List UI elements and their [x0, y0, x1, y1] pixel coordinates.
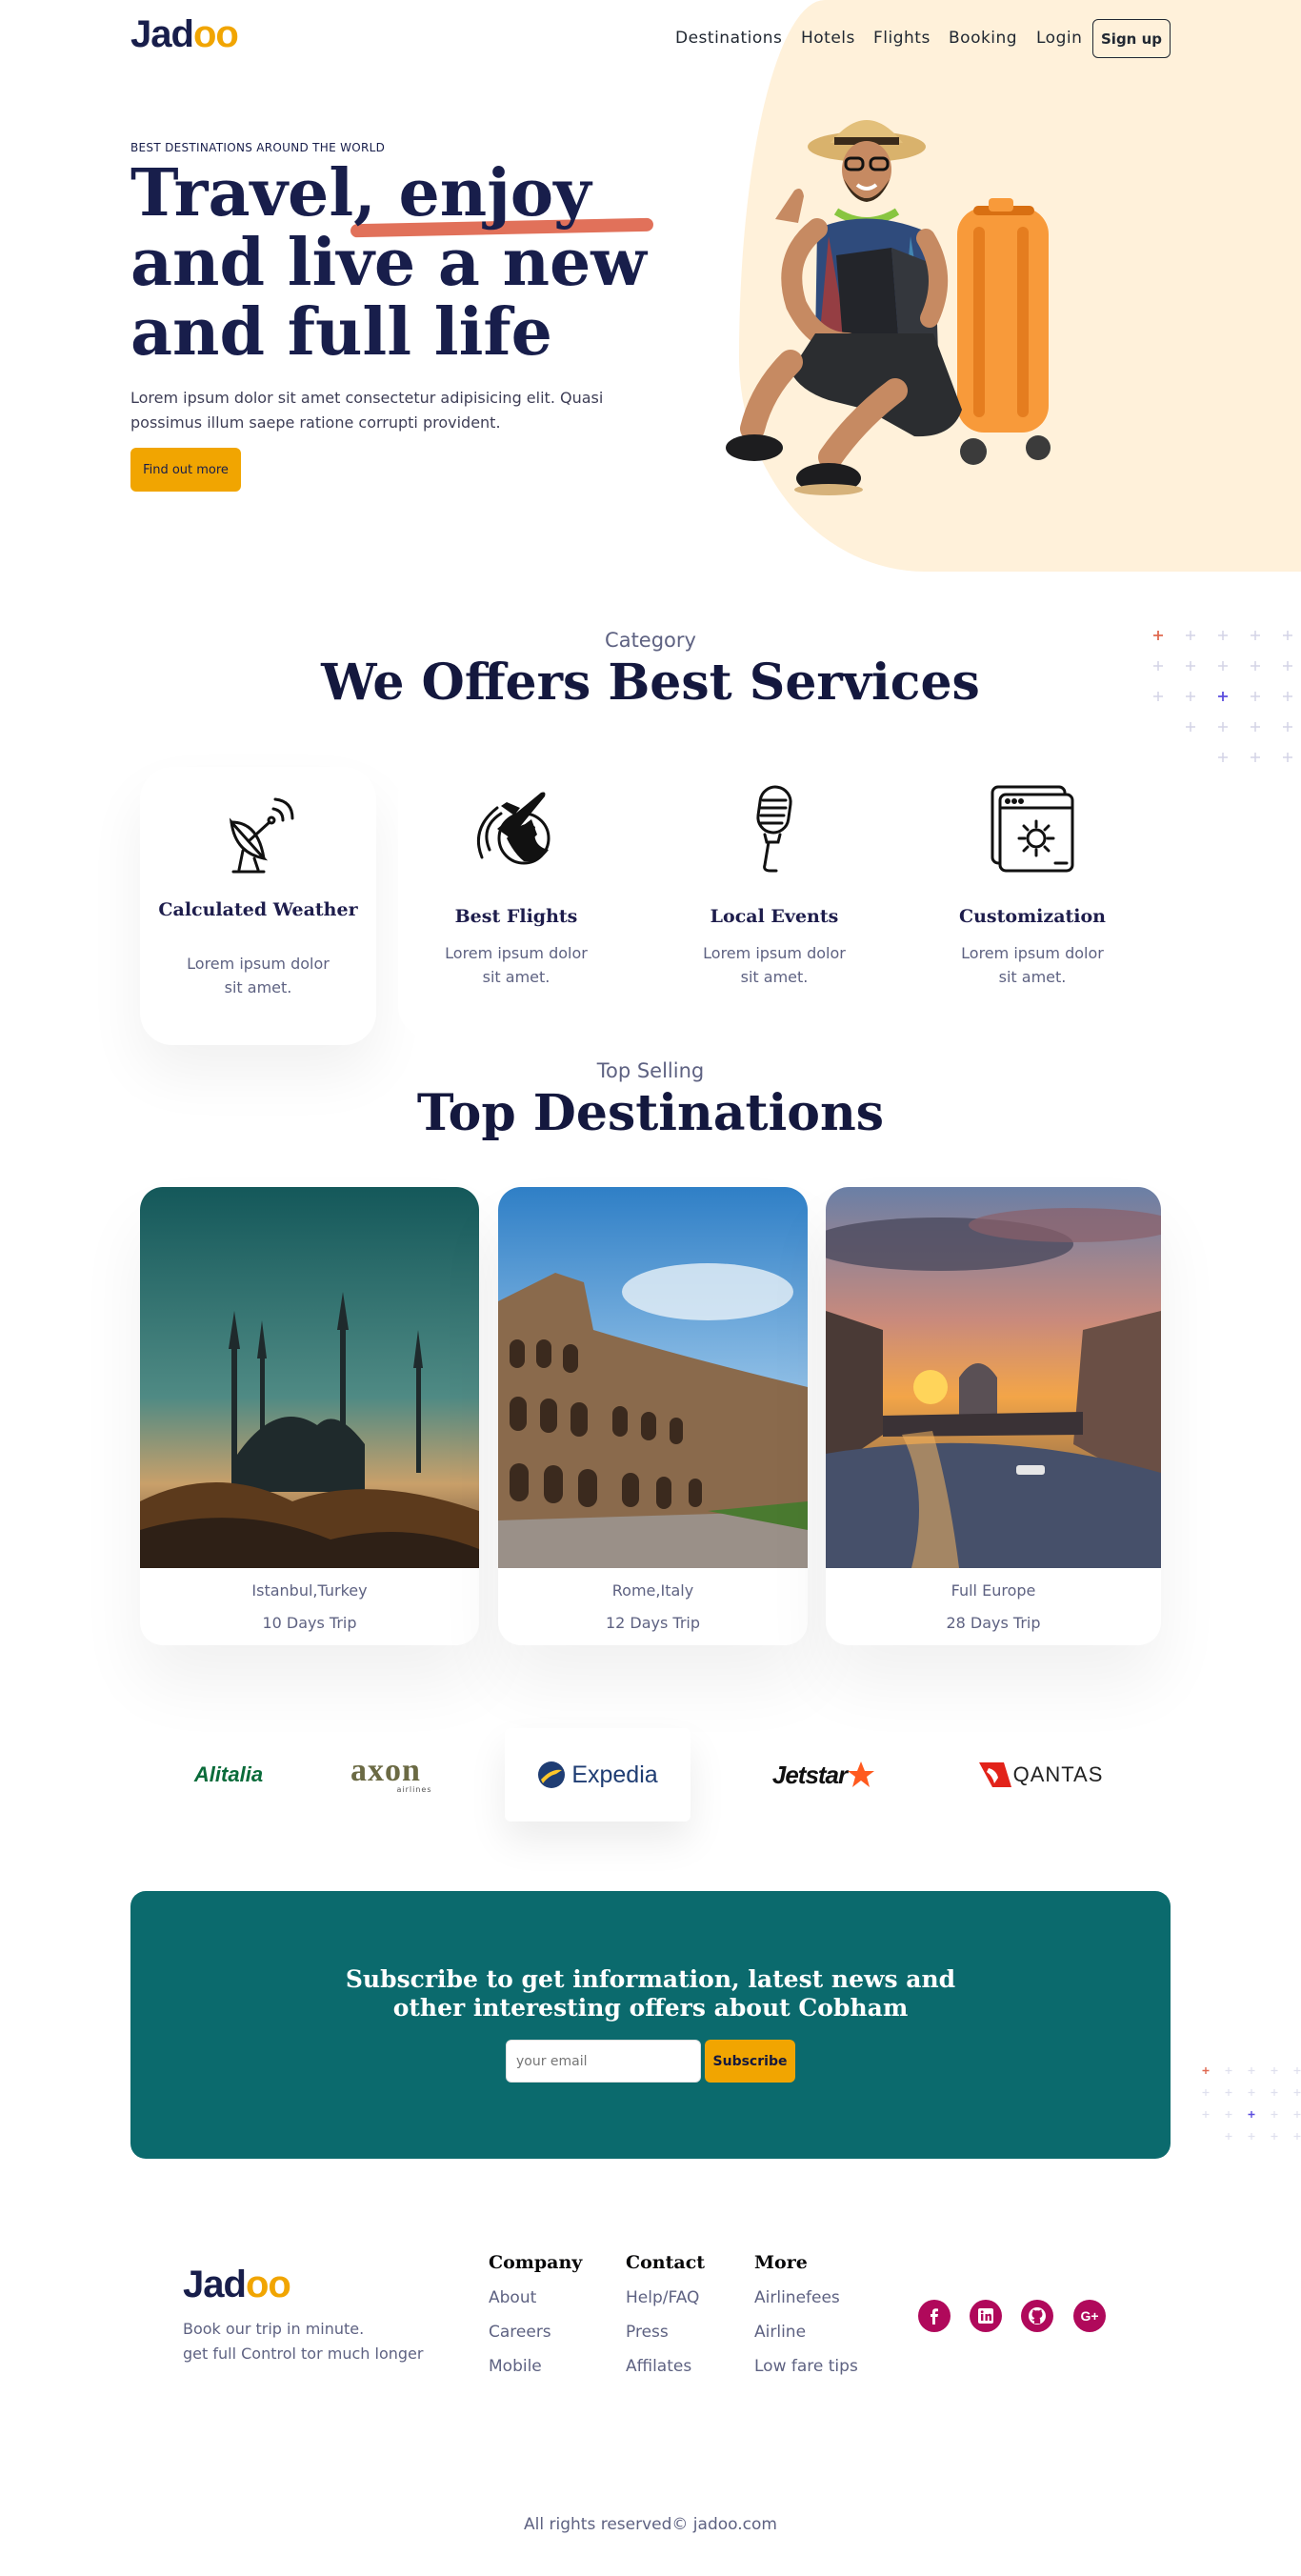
hero-eyebrow: BEST DESTINATIONS AROUND THE WORLD	[130, 141, 386, 154]
plus-pattern-decoration	[1202, 2063, 1301, 2155]
footer-logo[interactable]: Jadoo	[183, 2264, 291, 2306]
footer-link-airlinefees[interactable]: Airlinefees	[754, 2288, 840, 2307]
alitalia-logo[interactable]: ​Alitalia	[171, 1728, 286, 1821]
subscribe-title-line: other interesting offers about Cobham	[392, 1994, 909, 2022]
subscribe-title-line: Subscribe to get information, latest new…	[345, 1965, 956, 1993]
footer-link-airline[interactable]: Airline	[754, 2323, 806, 2342]
destination-duration: 28 Days Trip	[946, 1614, 1041, 1632]
find-out-more-button[interactable]: Find out more	[130, 448, 241, 492]
settings-window-icon	[991, 785, 1074, 873]
footer-heading-more: More	[754, 2252, 808, 2273]
qantas-wordmark: QANTAS	[1012, 1762, 1104, 1786]
star-icon	[848, 1761, 875, 1787]
subscribe-title: Subscribe to get information, latest new…	[130, 1965, 1171, 2023]
jetstar-logo[interactable]: Jetstar	[757, 1728, 891, 1821]
section-label: Top Selling	[596, 1059, 705, 1082]
section-title: We Offers Best Services	[321, 654, 980, 712]
subscribe-section: Subscribe to get information, latest new…	[130, 1891, 1171, 2159]
github-icon[interactable]	[1021, 2300, 1053, 2332]
nav-flights[interactable]: Flights	[873, 29, 931, 48]
footer-link-press[interactable]: Press	[626, 2323, 669, 2342]
copyright: All rights reserved© jadoo.com	[524, 2515, 777, 2534]
footer-heading-contact: Contact	[626, 2252, 706, 2273]
rome-image	[498, 1187, 808, 1568]
service-card[interactable]: Local Events Lorem ipsum dolor sit amet.	[656, 762, 892, 1038]
nav-login[interactable]: Login	[1036, 29, 1082, 48]
istanbul-image	[140, 1187, 479, 1568]
venice-image	[826, 1187, 1161, 1568]
nav-destinations[interactable]: Destinations	[675, 29, 782, 48]
hero-title-line: Travel, enjoy	[130, 155, 591, 231]
hero-title-line: and full life	[130, 294, 552, 371]
footer-link-help[interactable]: Help/FAQ	[626, 2288, 699, 2307]
destination-duration: 10 Days Trip	[262, 1614, 357, 1632]
service-title: Local Events	[710, 906, 839, 927]
hero-title: Travel, enjoy and live a new and full li…	[130, 159, 702, 368]
linkedin-icon[interactable]	[970, 2300, 1002, 2332]
axon-subtitle: airlines	[396, 1784, 432, 1794]
destination-name: Rome,Italy	[611, 1581, 694, 1600]
subscribe-button[interactable]: Subscribe	[705, 2040, 795, 2083]
footer-link-low-fare-tips[interactable]: Low fare tips	[754, 2357, 858, 2376]
hero-description: Lorem ipsum dolor sit amet consectetur a…	[130, 389, 604, 432]
expedia-logo[interactable]: Expedia	[505, 1728, 691, 1821]
google-plus-icon[interactable]: G+	[1073, 2300, 1106, 2332]
service-title: Customization	[959, 906, 1106, 927]
footer-tagline-line: Book our trip in minute.	[183, 2320, 365, 2338]
service-card[interactable]: Calculated Weather Lorem ipsum dolor sit…	[140, 767, 376, 1045]
service-description: Lorem ipsum dolor sit amet.	[703, 944, 846, 986]
footer-heading-company: Company	[489, 2252, 583, 2273]
service-card[interactable]: Best Flights Lorem ipsum dolor sit amet.	[398, 762, 634, 1038]
service-description: Lorem ipsum dolor sit amet.	[187, 955, 330, 996]
axon-logo[interactable]: axon airlines	[324, 1728, 448, 1821]
hero-title-line: and live a new	[130, 225, 647, 301]
footer-link-about[interactable]: About	[489, 2288, 536, 2307]
qantas-logo[interactable]: QANTAS	[960, 1728, 1122, 1821]
section-label: Category	[605, 629, 696, 652]
destination-name: Istanbul,Turkey	[251, 1581, 368, 1600]
footer-tagline-line: get full Control tor much longer	[183, 2345, 424, 2363]
footer-tagline: Book our trip in minute. get full Contro…	[183, 2317, 423, 2366]
destination-duration: 12 Days Trip	[605, 1614, 701, 1632]
expedia-globe-icon	[538, 1761, 566, 1788]
service-card[interactable]: Customization Lorem ipsum dolor sit amet…	[914, 762, 1151, 1038]
service-description: Lorem ipsum dolor sit amet.	[445, 944, 588, 986]
kangaroo-tail-icon	[978, 1762, 1011, 1787]
email-input[interactable]	[506, 2040, 701, 2083]
logo[interactable]: Jadoo	[130, 13, 239, 56]
service-description: Lorem ipsum dolor sit amet.	[961, 944, 1104, 986]
destination-name: Full Europe	[951, 1581, 1036, 1600]
alitalia-wordmark: Alitalia	[193, 1762, 264, 1786]
expedia-wordmark: Expedia	[571, 1761, 658, 1788]
footer-link-affiliates[interactable]: Affilates	[626, 2357, 691, 2376]
axon-wordmark: axon	[350, 1752, 421, 1788]
service-title: Best Flights	[454, 906, 578, 927]
microphone-icon	[756, 785, 792, 873]
satellite-dish-icon	[229, 797, 294, 874]
signup-button[interactable]: Sign up	[1092, 19, 1171, 58]
nav-hotels[interactable]: Hotels	[801, 29, 855, 48]
facebook-icon[interactable]	[918, 2300, 951, 2332]
service-title: Calculated Weather	[158, 899, 358, 920]
traveller-image	[726, 120, 1051, 495]
section-title: Top Destinations	[416, 1084, 885, 1142]
destination-card[interactable]: Istanbul,Turkey 10 Days Trip	[140, 1187, 479, 1645]
footer-link-mobile[interactable]: Mobile	[489, 2357, 542, 2376]
destination-card[interactable]: Rome,Italy 12 Days Trip	[498, 1187, 808, 1645]
footer-link-careers[interactable]: Careers	[489, 2323, 551, 2342]
nav-booking[interactable]: Booking	[949, 29, 1017, 48]
jetstar-wordmark: Jetstar	[771, 1760, 848, 1789]
destination-card[interactable]: Full Europe 28 Days Trip	[826, 1187, 1161, 1645]
plane-globe-icon	[477, 792, 550, 865]
